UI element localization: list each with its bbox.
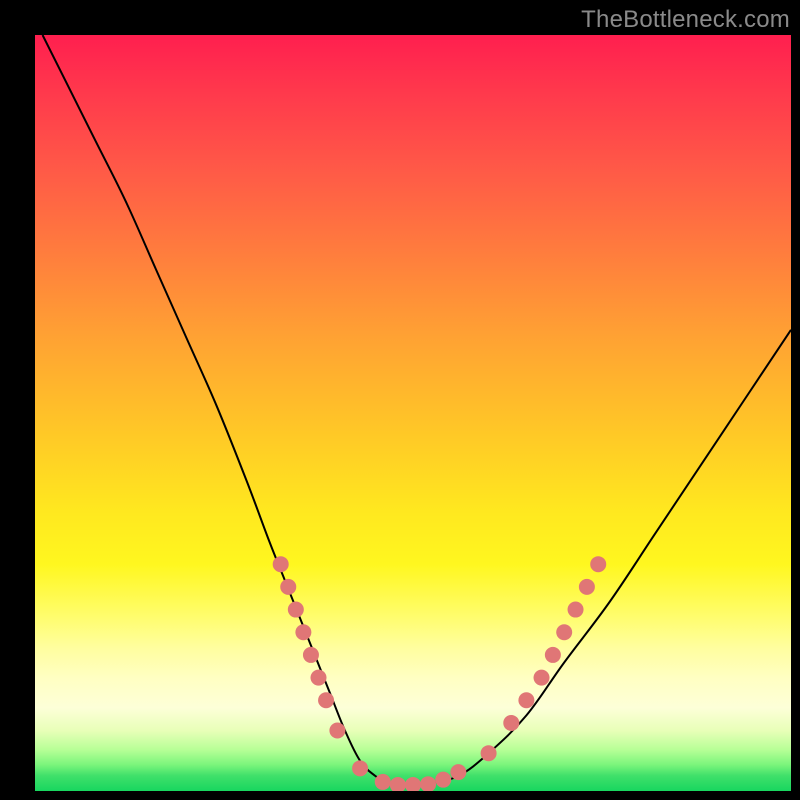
curve-marker [503, 715, 519, 731]
chart-svg [35, 35, 791, 791]
plot-area [35, 35, 791, 791]
curve-marker [311, 670, 327, 686]
curve-marker [405, 777, 421, 791]
curve-marker [390, 777, 406, 791]
curve-marker [590, 556, 606, 572]
curve-marker [329, 723, 345, 739]
curve-marker [435, 772, 451, 788]
curve-marker [352, 760, 368, 776]
curve-marker [579, 579, 595, 595]
curve-marker [534, 670, 550, 686]
curve-marker [288, 602, 304, 618]
curve-marker [545, 647, 561, 663]
curve-marker [556, 624, 572, 640]
curve-marker [318, 692, 334, 708]
curve-marker [295, 624, 311, 640]
curve-marker [518, 692, 534, 708]
curve-marker [420, 776, 436, 791]
curve-marker [450, 764, 466, 780]
curve-marker [481, 745, 497, 761]
curve-marker [568, 602, 584, 618]
outer-frame: TheBottleneck.com [0, 0, 800, 800]
curve-marker [273, 556, 289, 572]
curve-marker [303, 647, 319, 663]
curve-marker [375, 774, 391, 790]
watermark-text: TheBottleneck.com [581, 6, 790, 34]
bottleneck-curve [43, 35, 791, 784]
curve-marker [280, 579, 296, 595]
